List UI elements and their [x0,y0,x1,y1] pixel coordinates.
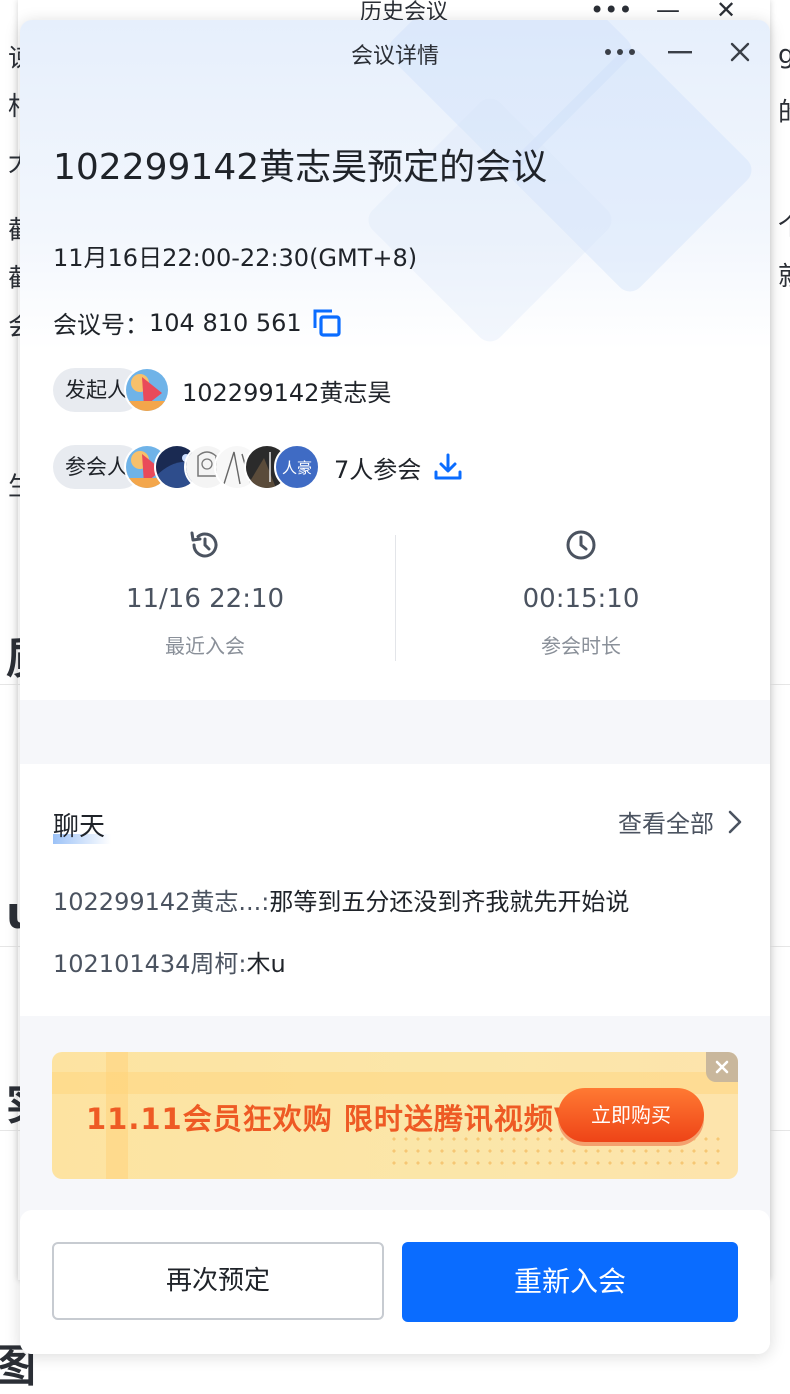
meeting-id-row: 会议号： 104 810 561 [53,305,342,340]
chat-text: 那等到五分还没到齐我就先开始说 [269,888,630,916]
host-name: 102299142黄志昊 [182,378,392,407]
minimize-icon[interactable] [660,32,700,72]
dialog-footer: 再次预定 重新入会 [20,1210,770,1354]
duration-value: 00:15:10 [522,584,640,614]
attendee-avatar-initials: 人豪 [281,458,312,477]
meeting-id: 104 810 561 [149,308,302,337]
download-icon[interactable] [433,452,463,482]
attendees-row: 参会人 人豪 7人参会 [53,444,463,490]
promo-banner[interactable]: 11.11会员狂欢购 限时送腾讯视频VIP 立即购买 [52,1052,738,1179]
view-all-label: 查看全部 [618,810,714,838]
meeting-time: 11月16日22:00-22:30(GMT+8) [53,244,418,272]
rebook-button[interactable]: 再次预定 [52,1242,384,1320]
banner-close-icon[interactable] [706,1052,738,1082]
close-icon[interactable] [720,32,760,72]
background-text-fragment: 的 [778,92,790,129]
clock-icon [566,530,596,560]
meeting-title: 102299142黄志昊预定的会议 [53,147,548,188]
attendee-avatar[interactable]: 人豪 [274,444,320,490]
meeting-details-dialog: 会议详情 102299142黄志昊预定的会议 11月16日22:00-22:30… [20,20,770,1354]
chevron-right-icon [728,810,742,833]
background-text-fragment: 个 [778,206,790,243]
copy-icon[interactable] [312,308,342,338]
dialog-title: 会议详情 [350,44,439,69]
rejoin-button[interactable]: 重新入会 [402,1242,738,1322]
host-avatar[interactable] [124,367,170,413]
view-all-chat-button[interactable]: 查看全部 [618,804,742,839]
history-icon [190,531,218,558]
chat-section: 聊天 查看全部 102299142黄志...:那等到五分还没到齐我就先开始说 1… [20,764,770,1016]
last-join-stat: 11/16 22:10 最近入会 [20,528,390,659]
chat-message: 102101434周柯:木u [53,944,286,979]
chat-text: 木u [246,950,286,978]
chat-title: 聊天 [53,812,106,842]
duration-stat: 00:15:10 参会时长 [396,528,766,659]
more-icon[interactable] [600,32,640,72]
background-text-fragment: 就 [778,256,790,293]
last-join-label: 最近入会 [165,634,245,658]
background-text-fragment: gi [778,40,790,70]
meeting-id-label: 会议号： [53,311,149,339]
host-row: 发起人 102299142黄志昊 [53,367,391,413]
last-join-time: 11/16 22:10 [125,584,285,614]
attendee-avatars[interactable]: 人豪 [124,444,320,490]
banner-text: 11.11会员狂欢购 限时送腾讯视频VIP [86,1102,612,1136]
chat-sender: 102101434周柯: [53,950,247,978]
buy-now-button[interactable]: 立即购买 [558,1088,704,1142]
chat-sender: 102299142黄志...: [53,888,270,916]
attendee-count: 7人参会 [334,455,422,484]
duration-label: 参会时长 [541,634,621,658]
chat-message: 102299142黄志...:那等到五分还没到齐我就先开始说 [53,882,629,917]
meeting-info-card: 会议详情 102299142黄志昊预定的会议 11月16日22:00-22:30… [20,20,770,700]
